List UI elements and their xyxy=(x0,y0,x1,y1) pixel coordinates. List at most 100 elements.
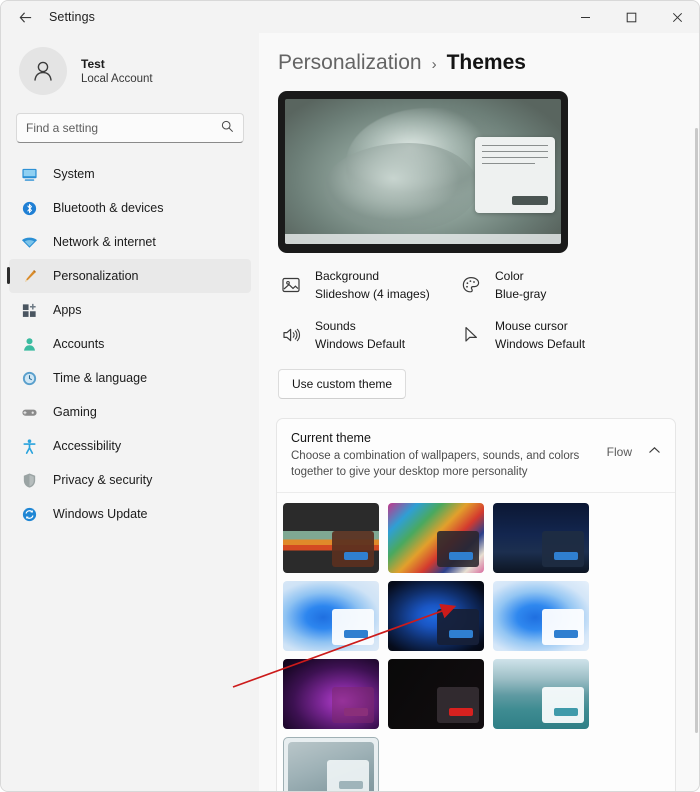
sidebar-item-system[interactable]: System xyxy=(9,157,251,191)
theme-thumbnail-image xyxy=(283,659,379,730)
attribute-name: Background xyxy=(315,269,380,283)
app-title: Settings xyxy=(49,10,95,24)
cursor-icon xyxy=(458,322,484,348)
attribute-value: Slideshow (4 images) xyxy=(315,287,430,301)
theme-thumbnail[interactable] xyxy=(493,503,589,574)
minimize-button[interactable] xyxy=(562,1,608,33)
sidebar-item-accessibility[interactable]: Accessibility xyxy=(9,429,251,463)
current-theme-right: Flow xyxy=(607,431,661,459)
close-icon xyxy=(672,12,682,22)
breadcrumb-parent[interactable]: Personalization xyxy=(278,51,422,75)
attribute-background[interactable]: Background Slideshow (4 images) xyxy=(278,267,458,303)
sidebar-item-label: Gaming xyxy=(53,405,97,419)
theme-thumbnail[interactable] xyxy=(283,581,379,652)
theme-thumbnail[interactable] xyxy=(493,581,589,652)
sidebar-item-bluetooth-devices[interactable]: Bluetooth & devices xyxy=(9,191,251,225)
current-theme-card: Current theme Choose a combination of wa… xyxy=(276,418,676,791)
theme-thumbnail-image xyxy=(493,581,589,652)
theme-thumbnail-window xyxy=(332,609,374,646)
attribute-mouse-cursor[interactable]: Mouse cursor Windows Default xyxy=(458,317,638,353)
window-controls xyxy=(562,1,699,33)
theme-thumbnail-accent xyxy=(554,708,578,717)
sidebar-item-accounts[interactable]: Accounts xyxy=(9,327,251,361)
wallpaper-bloom-shape-secondary xyxy=(323,142,479,233)
theme-thumbnail-accent xyxy=(554,630,578,639)
sidebar-item-label: Windows Update xyxy=(53,507,148,521)
chevron-up-icon[interactable] xyxy=(648,446,661,458)
sidebar-item-gaming[interactable]: Gaming xyxy=(9,395,251,429)
bluetooth-icon xyxy=(19,198,39,218)
sidebar-item-privacy-security[interactable]: Privacy & security xyxy=(9,463,251,497)
attribute-value: Blue-gray xyxy=(495,287,547,301)
gamepad-icon xyxy=(19,402,39,422)
desktop-preview xyxy=(278,91,568,253)
title-bar: Settings xyxy=(1,1,699,33)
preview-screen xyxy=(285,99,561,244)
sidebar-item-apps[interactable]: Apps xyxy=(9,293,251,327)
sidebar-item-time-language[interactable]: Time & language xyxy=(9,361,251,395)
content-scrollbar[interactable] xyxy=(695,128,698,733)
attribute-name: Mouse cursor xyxy=(495,319,568,333)
theme-thumbnail-accent xyxy=(344,708,368,717)
attribute-sounds[interactable]: Sounds Windows Default xyxy=(278,317,458,353)
attribute-value: Windows Default xyxy=(495,337,586,351)
theme-attributes: Background Slideshow (4 images) Color Bl… xyxy=(259,253,699,367)
sidebar-nav: System Bluetooth & devices Network & int… xyxy=(1,157,259,531)
theme-thumbnail[interactable] xyxy=(388,503,484,574)
use-custom-theme-button[interactable]: Use custom theme xyxy=(278,369,407,399)
update-icon xyxy=(19,504,39,524)
theme-thumbnail-accent xyxy=(339,781,363,790)
preview-taskbar xyxy=(285,234,561,244)
mock-line xyxy=(482,162,535,164)
theme-thumbnail-accent xyxy=(449,630,473,639)
maximize-icon xyxy=(626,12,636,22)
theme-thumbnail[interactable] xyxy=(388,581,484,652)
theme-thumbnail-accent xyxy=(344,552,368,561)
search-input[interactable] xyxy=(26,121,221,135)
close-button[interactable] xyxy=(654,1,699,33)
attribute-value: Windows Default xyxy=(315,337,406,351)
sidebar-item-label: Apps xyxy=(53,303,82,317)
theme-thumbnail-image xyxy=(288,742,374,791)
theme-thumbnail-window xyxy=(437,531,479,568)
mock-line xyxy=(482,156,548,158)
theme-thumbnail-window xyxy=(437,609,479,646)
search-box[interactable] xyxy=(16,113,244,143)
back-arrow-icon xyxy=(19,11,31,23)
theme-thumbnail-image xyxy=(388,659,484,730)
theme-thumbnail-accent xyxy=(344,630,368,639)
paintbrush-icon xyxy=(19,266,39,286)
theme-thumbnail-image xyxy=(388,503,484,574)
account-block[interactable]: Test Local Account xyxy=(1,33,259,95)
theme-thumbnail-window xyxy=(542,687,584,724)
search-icon xyxy=(221,120,234,136)
theme-thumbnail[interactable] xyxy=(283,659,379,730)
theme-thumbnail-window xyxy=(437,687,479,724)
minimize-icon xyxy=(580,16,590,18)
picture-icon xyxy=(278,272,304,298)
attribute-color[interactable]: Color Blue-gray xyxy=(458,267,638,303)
back-button[interactable] xyxy=(9,2,41,32)
maximize-button[interactable] xyxy=(608,1,654,33)
theme-thumbnail[interactable] xyxy=(388,659,484,730)
theme-thumbnail-window xyxy=(332,687,374,724)
account-name: Test xyxy=(81,57,105,71)
theme-thumbnail[interactable] xyxy=(283,503,379,574)
apps-icon xyxy=(19,300,39,320)
monitor-icon xyxy=(19,164,39,184)
current-theme-header[interactable]: Current theme Choose a combination of wa… xyxy=(277,419,675,492)
breadcrumb: Personalization › Themes xyxy=(259,33,699,75)
theme-thumbnail-image xyxy=(283,503,379,574)
theme-thumbnail[interactable] xyxy=(283,737,379,791)
theme-thumbnail[interactable] xyxy=(493,659,589,730)
accessibility-icon xyxy=(19,436,39,456)
sidebar-item-network-internet[interactable]: Network & internet xyxy=(9,225,251,259)
clock-icon xyxy=(19,368,39,388)
theme-thumbnail-image xyxy=(388,581,484,652)
sidebar: Test Local Account Find a setting System… xyxy=(1,33,259,791)
account-icon xyxy=(19,334,39,354)
sidebar-item-windows-update[interactable]: Windows Update xyxy=(9,497,251,531)
theme-thumbnail-window xyxy=(332,531,374,568)
sidebar-item-personalization[interactable]: Personalization xyxy=(7,259,251,293)
page-title: Themes xyxy=(446,51,526,74)
